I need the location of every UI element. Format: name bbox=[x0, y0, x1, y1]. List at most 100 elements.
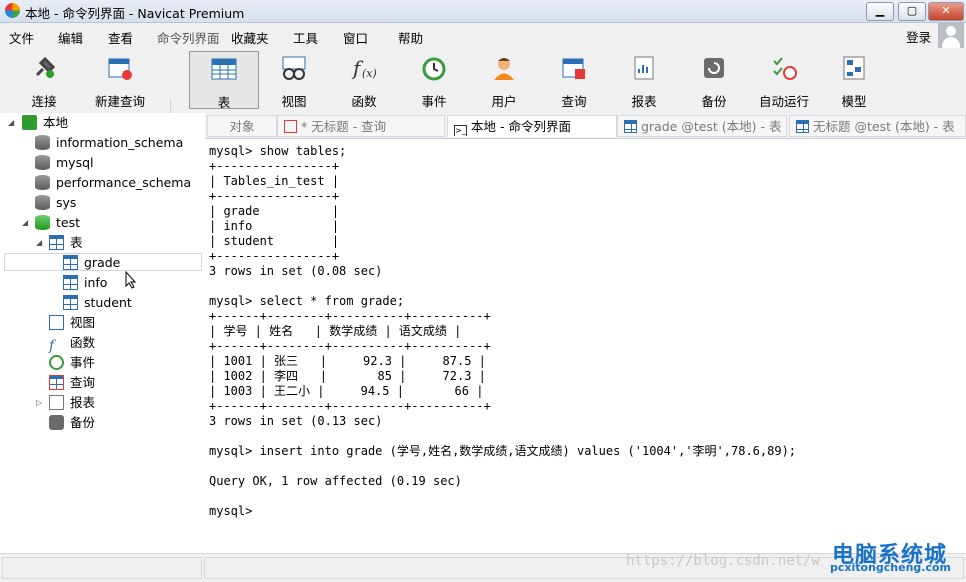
tree-views[interactable]: 视图 bbox=[49, 314, 95, 332]
status-bar bbox=[0, 553, 966, 582]
tab-grade-table[interactable]: grade @test (本地) - 表 bbox=[617, 115, 787, 137]
table-icon bbox=[63, 255, 78, 270]
tab-untitled-query[interactable]: * 无标题 - 查询 bbox=[277, 115, 445, 137]
connection-icon bbox=[22, 115, 37, 130]
query-button[interactable]: 查询 bbox=[540, 51, 608, 109]
menu-tools[interactable]: 工具 bbox=[293, 28, 318, 47]
brand-watermark-url: pcxitongcheng.com bbox=[830, 561, 952, 574]
menu-favorites[interactable]: 收藏夹 bbox=[231, 28, 269, 47]
console-line: +----------------+ bbox=[209, 249, 340, 263]
tree-functions[interactable]: f 函数 bbox=[49, 334, 95, 354]
console-line: | student | bbox=[209, 234, 340, 248]
navicat-logo-icon bbox=[5, 3, 20, 18]
query-icon bbox=[49, 375, 64, 390]
avatar[interactable] bbox=[938, 22, 964, 48]
collapse-icon[interactable]: ◢ bbox=[8, 118, 14, 127]
console-line: mysql> show tables; bbox=[209, 144, 347, 158]
menu-console[interactable]: 命令列界面 bbox=[157, 28, 220, 47]
new-query-icon bbox=[108, 58, 132, 80]
tab-objects[interactable]: 对象 bbox=[207, 115, 277, 137]
tree-table-grade[interactable]: grade bbox=[4, 253, 202, 271]
table-icon bbox=[49, 235, 64, 250]
tree-db-test[interactable]: test bbox=[35, 214, 80, 232]
tree-db-sys[interactable]: sys bbox=[35, 194, 76, 212]
watermark-text: https://blog.csdn.net/w bbox=[626, 553, 820, 569]
maximize-button[interactable]: ▢ bbox=[898, 2, 926, 21]
event-button[interactable]: 事件 bbox=[400, 51, 468, 109]
close-button[interactable]: ✕ bbox=[928, 2, 964, 21]
menu-window[interactable]: 窗口 bbox=[343, 28, 368, 47]
menu-edit[interactable]: 编辑 bbox=[58, 28, 83, 47]
console-line: | 1002 | 李四 | 85 | 72.3 | bbox=[209, 369, 486, 383]
report-button[interactable]: 报表 bbox=[610, 51, 678, 109]
collapse-icon[interactable]: ◢ bbox=[36, 238, 42, 247]
function-button[interactable]: f (x) 函数 bbox=[330, 51, 398, 109]
tree-reports[interactable]: 报表 bbox=[49, 394, 95, 412]
tree-db-mysql[interactable]: mysql bbox=[35, 154, 94, 172]
automation-button[interactable]: 自动运行 bbox=[750, 51, 818, 109]
console-line: | 1001 | 张三 | 92.3 | 87.5 | bbox=[209, 354, 486, 368]
console-line: +------+--------+----------+----------+ bbox=[209, 339, 491, 353]
tree-table-student[interactable]: student bbox=[63, 294, 132, 312]
connect-button[interactable]: 连接 bbox=[10, 51, 78, 109]
menu-file[interactable]: 文件 bbox=[9, 28, 34, 47]
connection-tree: ◢ 本地 information_schema mysql performanc… bbox=[0, 113, 205, 553]
minimize-button[interactable]: ▁ bbox=[866, 2, 894, 21]
backup-icon bbox=[49, 415, 64, 430]
console-line: mysql> bbox=[209, 504, 253, 518]
model-icon bbox=[843, 56, 865, 80]
backup-button[interactable]: 备份 bbox=[680, 51, 748, 109]
clock-icon bbox=[49, 355, 64, 370]
status-segment bbox=[2, 557, 202, 579]
query-icon bbox=[562, 58, 585, 79]
console-line: mysql> select * from grade; bbox=[209, 294, 405, 308]
console-line: +----------------+ bbox=[209, 159, 340, 173]
console-output[interactable]: mysql> show tables; +----------------+ |… bbox=[205, 139, 966, 553]
report-icon bbox=[49, 395, 64, 410]
tree-group-tables[interactable]: 表 bbox=[49, 234, 83, 252]
tree-db-information-schema[interactable]: information_schema bbox=[35, 134, 183, 152]
view-icon bbox=[49, 315, 64, 330]
query-icon bbox=[284, 120, 297, 133]
tree-queries[interactable]: 查询 bbox=[49, 374, 95, 392]
console-line: Query OK, 1 row affected (0.19 sec) bbox=[209, 474, 462, 488]
console-line: | grade | bbox=[209, 204, 340, 218]
console-line: 3 rows in set (0.08 sec) bbox=[209, 264, 383, 278]
table-icon bbox=[63, 275, 78, 290]
report-icon bbox=[634, 56, 654, 80]
database-icon bbox=[35, 175, 50, 190]
svg-text:(x): (x) bbox=[362, 67, 377, 80]
tree-backups[interactable]: 备份 bbox=[49, 414, 95, 432]
tree-db-performance-schema[interactable]: performance_schema bbox=[35, 174, 191, 192]
view-icon bbox=[282, 56, 306, 80]
expand-icon[interactable]: ▷ bbox=[36, 398, 42, 407]
console-line: 3 rows in set (0.13 sec) bbox=[209, 414, 383, 428]
title-bar: 本地 - 命令列界面 - Navicat Premium ▁ ▢ ✕ bbox=[0, 0, 966, 23]
model-button[interactable]: 模型 bbox=[820, 51, 888, 109]
schedule-icon bbox=[773, 57, 797, 80]
new-query-button[interactable]: 新建查询 bbox=[86, 51, 154, 109]
user-button[interactable]: 用户 bbox=[470, 51, 538, 109]
table-icon bbox=[211, 58, 237, 80]
view-button[interactable]: 视图 bbox=[260, 51, 328, 109]
login-link[interactable]: 登录 bbox=[906, 27, 931, 46]
tab-untitled-table[interactable]: 无标题 @test (本地) - 表 bbox=[789, 115, 966, 137]
table-button[interactable]: 表 bbox=[189, 51, 259, 110]
tree-events[interactable]: 事件 bbox=[49, 354, 95, 372]
menu-view[interactable]: 查看 bbox=[108, 28, 133, 47]
console-line: +------+--------+----------+----------+ bbox=[209, 309, 491, 323]
table-icon bbox=[796, 120, 809, 133]
tab-console[interactable]: >_ 本地 - 命令列界面 bbox=[447, 115, 617, 137]
database-icon bbox=[35, 195, 50, 210]
database-icon bbox=[35, 135, 50, 150]
tab-bar: 对象 * 无标题 - 查询 >_ 本地 - 命令列界面 grade @test (… bbox=[205, 113, 966, 139]
collapse-icon[interactable]: ◢ bbox=[22, 218, 28, 227]
menu-help[interactable]: 帮助 bbox=[398, 28, 423, 47]
database-icon bbox=[35, 215, 50, 230]
function-icon: f (x) bbox=[351, 56, 377, 80]
tree-connection-local[interactable]: 本地 bbox=[22, 114, 68, 132]
console-line: | 学号 | 姓名 | 数学成绩 | 语文成绩 | bbox=[209, 324, 462, 338]
tree-table-info[interactable]: info bbox=[63, 274, 107, 292]
database-icon bbox=[35, 155, 50, 170]
console-line: mysql> insert into grade (学号,姓名,数学成绩,语文成… bbox=[209, 444, 797, 458]
